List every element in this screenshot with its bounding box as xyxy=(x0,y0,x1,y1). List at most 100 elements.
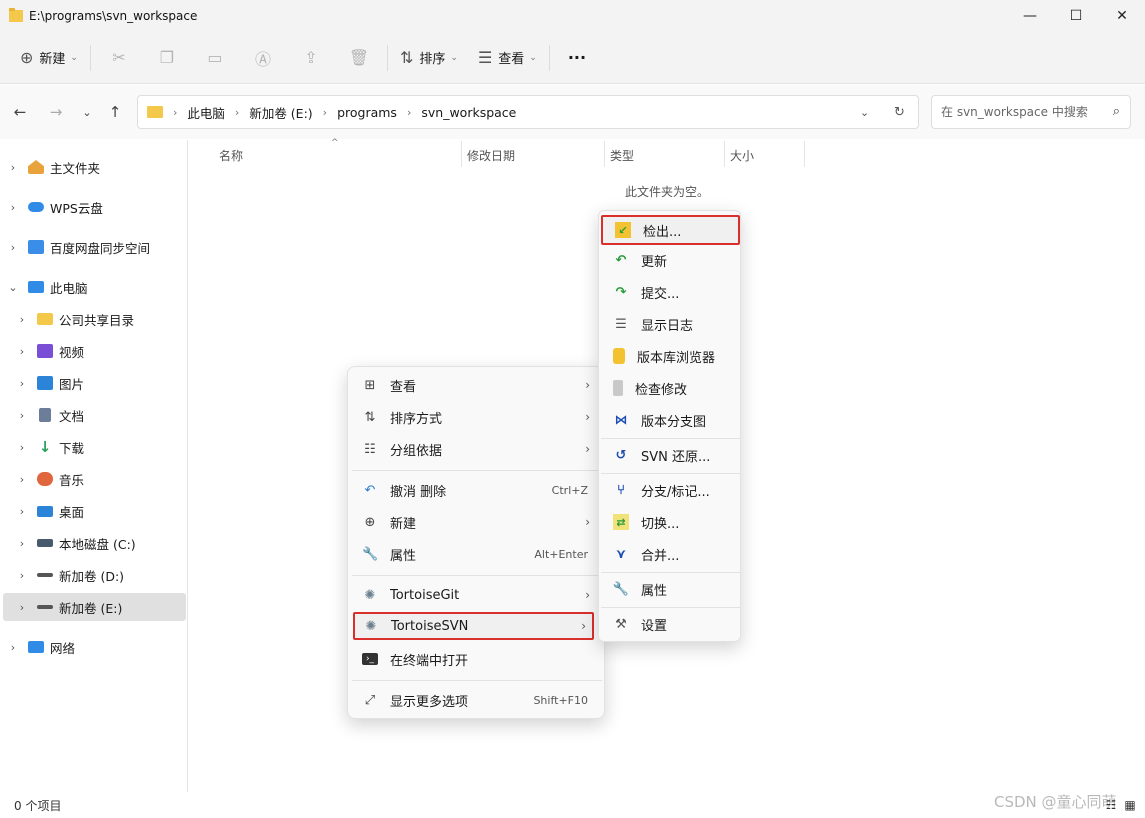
sidebar-item-drive-d[interactable]: › 新加卷 (D:) xyxy=(15,561,124,589)
sidebar-item-home[interactable]: › 主文件夹 xyxy=(6,153,100,181)
svn-item-revision-graph[interactable]: ⋈ 版本分支图 xyxy=(601,405,740,435)
svn-item-settings[interactable]: ⚒ 设置 xyxy=(601,609,740,639)
search-box[interactable]: ⌕ xyxy=(931,95,1131,129)
column-header-name[interactable]: 名称 ^ xyxy=(213,138,461,169)
recent-locations-button[interactable]: ⌄ xyxy=(74,100,100,124)
svn-item-update[interactable]: ↶ 更新 xyxy=(601,245,740,275)
svn-item-branch-tag[interactable]: ⑂ 分支/标记... xyxy=(601,475,740,505)
svn-item-merge[interactable]: ⋎ 合并... xyxy=(601,539,740,569)
breadcrumb-item[interactable]: programs xyxy=(337,105,397,120)
paste-button[interactable]: ▭ xyxy=(191,41,239,75)
drive-icon xyxy=(37,573,53,577)
svn-item-properties[interactable]: 🔧 属性 xyxy=(601,574,740,604)
menu-item-group-by[interactable]: ☷ 分组依据 › xyxy=(352,434,602,464)
column-header-size[interactable]: 大小 xyxy=(724,141,804,169)
new-button[interactable]: ⊕ 新建 ⌄ xyxy=(12,41,86,75)
tiles-view-button[interactable]: ▦ xyxy=(1122,797,1138,813)
sidebar-item-this-pc[interactable]: ⌄ 此电脑 xyxy=(6,273,87,301)
refresh-button[interactable]: ↻ xyxy=(894,96,905,128)
menu-item-label: 撤消 删除 xyxy=(390,484,447,500)
delete-button[interactable]: 🗑 xyxy=(335,41,383,75)
chevron-down-icon[interactable]: ⌄ xyxy=(6,281,20,294)
chevron-right-icon[interactable]: › xyxy=(15,409,29,422)
view-button[interactable]: ☰ 查看 ⌄ xyxy=(470,41,545,75)
svn-item-check-modifications[interactable]: 检查修改 xyxy=(601,373,740,403)
sidebar-item-pictures[interactable]: › 图片 xyxy=(15,369,84,397)
sidebar-item-network[interactable]: › 网络 xyxy=(6,633,75,661)
column-header-type[interactable]: 类型 xyxy=(604,141,724,169)
menu-divider xyxy=(601,572,740,573)
address-bar[interactable]: › 此电脑 › 新加卷 (E:) › programs › svn_worksp… xyxy=(137,95,919,129)
sidebar-item-wps-cloud[interactable]: › WPS云盘 xyxy=(6,193,103,221)
svn-item-revert[interactable]: ↺ SVN 还原... xyxy=(601,440,740,470)
properties-icon: 🔧 xyxy=(612,581,630,597)
menu-item-undo-delete[interactable]: ↶ 撤消 删除 Ctrl+Z xyxy=(352,475,602,505)
more-options-button[interactable]: ··· xyxy=(560,41,594,75)
chevron-right-icon[interactable]: › xyxy=(15,441,29,454)
search-input[interactable] xyxy=(941,105,1101,119)
cut-button[interactable]: ✂ xyxy=(95,41,143,75)
chevron-right-icon[interactable]: › xyxy=(15,505,29,518)
menu-item-sort-by[interactable]: ⇅ 排序方式 › xyxy=(352,402,602,432)
chevron-right-icon[interactable]: › xyxy=(15,313,29,326)
column-divider[interactable] xyxy=(804,141,805,167)
breadcrumb-item[interactable]: svn_workspace xyxy=(421,105,516,120)
column-header-date[interactable]: 修改日期 xyxy=(461,141,604,169)
minimize-button[interactable]: — xyxy=(1007,0,1053,32)
menu-item-new[interactable]: ⊕ 新建 › xyxy=(352,507,602,537)
chevron-right-icon[interactable]: › xyxy=(15,569,29,582)
svn-item-checkout[interactable]: ↙ 检出... xyxy=(601,215,740,245)
sidebar-item-music[interactable]: › 音乐 xyxy=(15,465,84,493)
chevron-right-icon: › xyxy=(581,619,586,633)
chevron-right-icon[interactable]: › xyxy=(15,345,29,358)
menu-item-open-in-terminal[interactable]: ›_ 在终端中打开 xyxy=(352,644,602,674)
breadcrumb-item[interactable]: 此电脑 xyxy=(187,103,225,122)
sidebar-item-label: WPS云盘 xyxy=(50,200,103,216)
menu-item-label: 显示日志 xyxy=(641,318,694,334)
scissors-icon: ✂ xyxy=(112,48,126,67)
sidebar-item-drive-c[interactable]: › 本地磁盘 (C:) xyxy=(15,529,136,557)
column-label: 类型 xyxy=(610,148,635,163)
chevron-right-icon[interactable]: › xyxy=(15,377,29,390)
rename-button[interactable]: Ⓐ xyxy=(239,41,287,75)
empty-folder-message: 此文件夹为空。 xyxy=(625,185,710,199)
chevron-right-icon[interactable]: › xyxy=(6,161,20,174)
sidebar-item-desktop[interactable]: › 桌面 xyxy=(15,497,84,525)
svn-item-commit[interactable]: ↷ 提交... xyxy=(601,277,740,307)
chevron-right-icon[interactable]: › xyxy=(6,201,20,214)
chevron-right-icon[interactable]: › xyxy=(6,641,20,654)
repo-browser-icon xyxy=(613,348,625,364)
menu-item-view[interactable]: ⊞ 查看 › xyxy=(352,370,602,400)
sidebar-item-shared-folder[interactable]: › 公司共享目录 xyxy=(15,305,134,333)
menu-item-tortoisegit[interactable]: ✺ TortoiseGit › xyxy=(352,580,602,610)
svn-item-switch[interactable]: ⇄ 切换... xyxy=(601,507,740,537)
menu-item-tortoisesvn[interactable]: ✺ TortoiseSVN › xyxy=(353,612,594,640)
chevron-right-icon[interactable]: › xyxy=(6,241,20,254)
sidebar-item-drive-e[interactable]: › 新加卷 (E:) xyxy=(3,593,186,621)
address-history-button[interactable]: ⌄ xyxy=(860,96,869,128)
menu-item-show-more-options[interactable]: ⤢ 显示更多选项 Shift+F10 xyxy=(352,685,602,715)
menu-item-properties[interactable]: 🔧 属性 Alt+Enter xyxy=(352,539,602,569)
close-button[interactable]: ✕ xyxy=(1099,0,1145,32)
window-title: E:\programs\svn_workspace xyxy=(29,9,198,23)
menu-item-label: 版本库浏览器 xyxy=(637,350,716,366)
maximize-button[interactable]: ☐ xyxy=(1053,0,1099,32)
chevron-right-icon[interactable]: › xyxy=(15,537,29,550)
desktop-icon xyxy=(37,505,53,517)
sort-button[interactable]: ⇅ 排序 ⌄ xyxy=(392,41,466,75)
sidebar-item-downloads[interactable]: › ↓ 下载 xyxy=(15,433,84,461)
breadcrumb-item[interactable]: 新加卷 (E:) xyxy=(249,103,312,122)
up-button[interactable]: ↑ xyxy=(102,100,128,124)
svn-item-repo-browser[interactable]: 版本库浏览器 xyxy=(601,341,740,371)
details-view-button[interactable]: ☷ xyxy=(1103,797,1119,813)
chevron-right-icon[interactable]: › xyxy=(15,601,29,614)
forward-button[interactable]: → xyxy=(43,100,69,124)
copy-button[interactable]: ❐ xyxy=(143,41,191,75)
share-button[interactable]: ⇪ xyxy=(287,41,335,75)
sidebar-item-baidu-sync[interactable]: › 百度网盘同步空间 xyxy=(6,233,150,261)
back-button[interactable]: ← xyxy=(7,100,33,124)
sidebar-item-videos[interactable]: › 视频 xyxy=(15,337,84,365)
sidebar-item-documents[interactable]: › 文档 xyxy=(15,401,84,429)
svn-item-show-log[interactable]: ☰ 显示日志 xyxy=(601,309,740,339)
chevron-right-icon[interactable]: › xyxy=(15,473,29,486)
